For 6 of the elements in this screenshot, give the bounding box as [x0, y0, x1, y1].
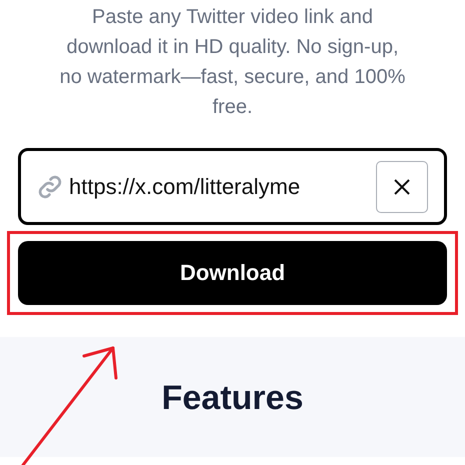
features-heading: Features [162, 379, 304, 419]
description-text: Paste any Twitter video link and download it in HD quality. No sign-up, no watermark—fast, secure, and 100% free. [58, 5, 406, 120]
url-input-field[interactable]: https://x.com/litteralyme [69, 174, 372, 200]
download-button[interactable]: Download [18, 241, 447, 305]
clear-button[interactable] [376, 160, 428, 212]
close-icon [393, 178, 411, 196]
